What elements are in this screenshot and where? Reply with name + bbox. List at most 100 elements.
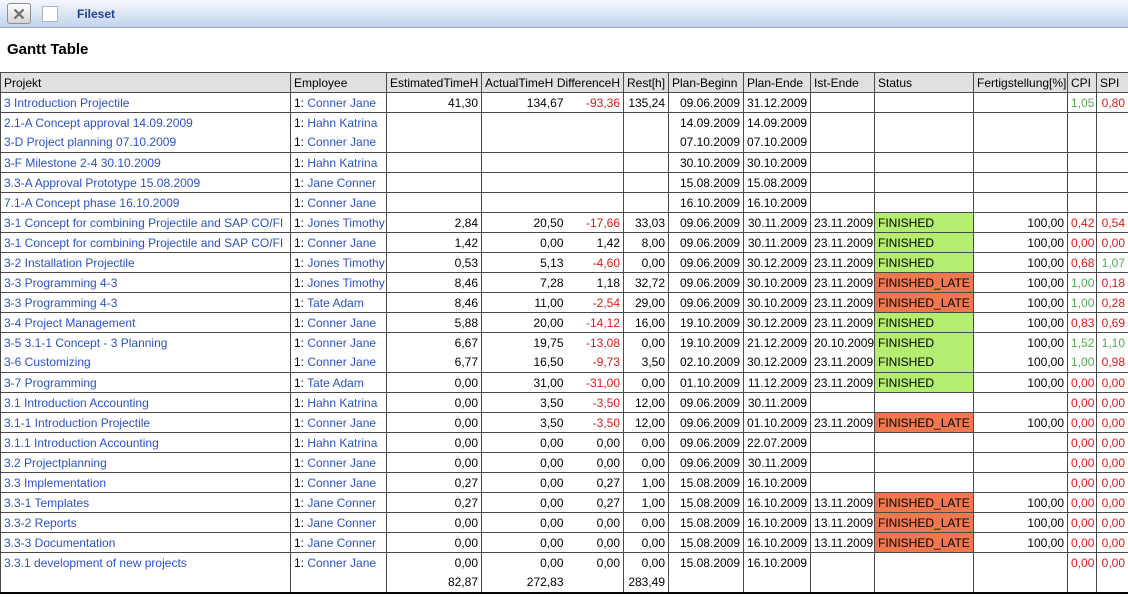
project-link[interactable]: 3-6 Customizing xyxy=(4,355,91,369)
project-link[interactable]: 3-3 Programming 4-3 xyxy=(4,276,117,290)
project-link[interactable]: 3.3-2 Reports xyxy=(4,516,77,530)
employee-link[interactable]: Conner Jane xyxy=(307,236,376,250)
employee-link[interactable]: Conner Jane xyxy=(307,135,376,149)
cell-ist-ende: 23.11.2009 xyxy=(811,213,875,233)
table-row: 3-3 Programming 4-31: Tate Adam8,4611,00… xyxy=(1,293,1128,313)
cell-plan-begin: 07.10.2009 xyxy=(669,133,744,153)
cell-plan-end: 16.10.2009 xyxy=(744,553,811,573)
project-link[interactable]: 3-5 3.1-1 Concept - 3 Planning xyxy=(4,336,167,350)
employee-link[interactable]: Conner Jane xyxy=(307,476,376,490)
employee-link[interactable]: Conner Jane xyxy=(307,96,376,110)
table-row: 3.2 Projectplanning1: Conner Jane0,000,0… xyxy=(1,453,1128,473)
employee-link[interactable]: Conner Jane xyxy=(307,336,376,350)
cell-fertigstellung: 100,00 xyxy=(974,533,1068,553)
cell-rest: 0,00 xyxy=(624,333,669,353)
employee-link[interactable]: Tate Adam xyxy=(307,296,364,310)
cell-ist-ende: 23.11.2009 xyxy=(811,373,875,393)
cell-ist-ende xyxy=(811,553,875,573)
close-button[interactable] xyxy=(7,3,31,24)
employee-link[interactable]: Conner Jane xyxy=(307,556,376,570)
project-link[interactable]: 3.3 Implementation xyxy=(4,476,106,490)
employee-link[interactable]: Conner Jane xyxy=(307,316,376,330)
cell-estimated: 5,88 xyxy=(387,313,482,333)
cell-status: FINISHED xyxy=(875,233,974,253)
project-link[interactable]: 3.2 Projectplanning xyxy=(4,456,107,470)
employee-link[interactable]: Hahn Katrina xyxy=(307,116,377,130)
employee-link[interactable]: Conner Jane xyxy=(307,416,376,430)
employee-link[interactable]: Jane Conner xyxy=(307,496,376,510)
project-link[interactable]: 3-D Project planning 07.10.2009 xyxy=(4,135,176,149)
employee-link[interactable]: Jane Conner xyxy=(307,536,376,550)
cell-status xyxy=(875,173,974,193)
project-link[interactable]: 3.3-1 Templates xyxy=(4,496,89,510)
employee-link[interactable]: Jones Timothy xyxy=(307,256,384,270)
col-header-cpi: CPI xyxy=(1068,73,1097,93)
project-link[interactable]: 3.1-1 Introduction Projectile xyxy=(4,416,150,430)
employee-link[interactable]: Conner Jane xyxy=(307,355,376,369)
cell-plan-end: 30.12.2009 xyxy=(744,353,811,373)
project-link[interactable]: 3 Introduction Projectile xyxy=(4,96,129,110)
project-link[interactable]: 3.1 Introduction Accounting xyxy=(4,396,149,410)
cell-cpi: 1,52 xyxy=(1068,333,1097,353)
totals-status xyxy=(875,573,974,593)
cell-plan-begin: 02.10.2009 xyxy=(669,353,744,373)
col-header-projekt: Projekt xyxy=(1,73,291,93)
cell-estimated: 0,00 xyxy=(387,413,482,433)
cell-ist-ende xyxy=(811,113,875,133)
employee-link[interactable]: Hahn Katrina xyxy=(307,436,377,450)
project-link[interactable]: 3.3-3 Documentation xyxy=(4,536,115,550)
cell-actual xyxy=(482,193,567,213)
project-link[interactable]: 2.1-A Concept approval 14.09.2009 xyxy=(4,116,193,130)
cell-spi: 0,00 xyxy=(1097,473,1128,493)
project-link[interactable]: 3-F Milestone 2-4 30.10.2009 xyxy=(4,156,161,170)
project-link[interactable]: 3-3 Programming 4-3 xyxy=(4,296,117,310)
cell-fertigstellung xyxy=(974,173,1068,193)
cell-fertigstellung xyxy=(974,93,1068,113)
project-link[interactable]: 3.3.1 development of new projects xyxy=(4,556,187,570)
project-link[interactable]: 3.3-A Approval Prototype 15.08.2009 xyxy=(4,176,200,190)
table-row: 3-1 Concept for combining Projectile and… xyxy=(1,233,1128,253)
project-link[interactable]: 3.1.1 Introduction Accounting xyxy=(4,436,159,450)
employee-link[interactable]: Tate Adam xyxy=(307,376,364,390)
employee-prefix: 1: xyxy=(294,296,307,310)
employee-link[interactable]: Hahn Katrina xyxy=(307,396,377,410)
cell-fertigstellung: 100,00 xyxy=(974,353,1068,373)
project-link[interactable]: 7.1-A Concept phase 16.10.2009 xyxy=(4,196,179,210)
project-link[interactable]: 3-1 Concept for combining Projectile and… xyxy=(4,236,283,250)
cell-plan-end: 16.10.2009 xyxy=(744,493,811,513)
cell-plan-begin: 09.06.2009 xyxy=(669,253,744,273)
cell-project: 3-3 Programming 4-3 xyxy=(1,273,291,293)
project-link[interactable]: 3-1 Concept for combining Projectile and… xyxy=(4,216,283,230)
cell-status xyxy=(875,553,974,573)
cell-rest: 0,00 xyxy=(624,373,669,393)
window-title: Fileset xyxy=(77,7,115,21)
project-link[interactable]: 3-7 Programming xyxy=(4,376,97,390)
employee-link[interactable]: Conner Jane xyxy=(307,456,376,470)
employee-link[interactable]: Conner Jane xyxy=(307,196,376,210)
employee-link[interactable]: Jones Timothy xyxy=(307,216,384,230)
cell-plan-begin: 15.08.2009 xyxy=(669,553,744,573)
cell-spi: 0,00 xyxy=(1097,433,1128,453)
cell-employee: 1: Hahn Katrina xyxy=(291,393,387,413)
project-link[interactable]: 3-4 Project Management xyxy=(4,316,135,330)
cell-estimated: 0,27 xyxy=(387,473,482,493)
table-row: 3-5 3.1-1 Concept - 3 Planning1: Conner … xyxy=(1,333,1128,353)
employee-link[interactable]: Hahn Katrina xyxy=(307,156,377,170)
employee-link[interactable]: Jane Conner xyxy=(307,516,376,530)
cell-spi: 0,18 xyxy=(1097,273,1128,293)
cell-cpi: 0,42 xyxy=(1068,213,1097,233)
cell-fertigstellung xyxy=(974,433,1068,453)
cell-project: 3 Introduction Projectile xyxy=(1,93,291,113)
cell-difference: 0,00 xyxy=(567,513,624,533)
cell-plan-end: 16.10.2009 xyxy=(744,513,811,533)
cell-employee: 1: Conner Jane xyxy=(291,233,387,253)
employee-link[interactable]: Jones Timothy xyxy=(307,276,384,290)
cell-employee: 1: Jones Timothy xyxy=(291,273,387,293)
col-header-plan_begin: Plan-Beginn xyxy=(669,73,744,93)
cell-fertigstellung: 100,00 xyxy=(974,373,1068,393)
employee-link[interactable]: Jane Conner xyxy=(307,176,376,190)
project-link[interactable]: 3-2 Installation Projectile xyxy=(4,256,135,270)
cell-project: 3-F Milestone 2-4 30.10.2009 xyxy=(1,153,291,173)
cell-cpi: 0,00 xyxy=(1068,493,1097,513)
cell-plan-begin: 09.06.2009 xyxy=(669,273,744,293)
